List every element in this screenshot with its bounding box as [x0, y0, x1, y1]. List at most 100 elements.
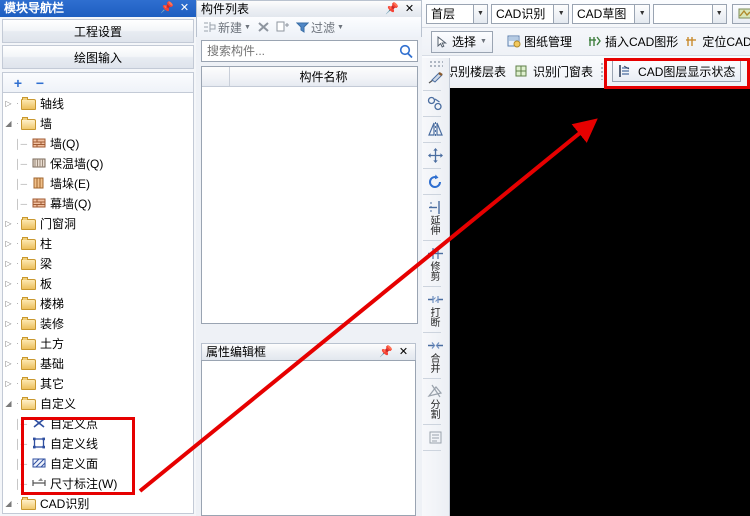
- tree-connector: ·: [16, 378, 19, 388]
- nav-button-project-settings[interactable]: 工程设置: [2, 19, 194, 43]
- delete-component-button[interactable]: [257, 21, 270, 33]
- chevron-right-icon[interactable]: ▷: [3, 339, 14, 348]
- cad-layer-state-button[interactable]: CAD图层显示状态: [612, 60, 742, 82]
- tree-item-label: 墙(Q): [50, 136, 80, 151]
- close-icon[interactable]: ✕: [179, 3, 190, 14]
- property-editor-titlebar: 属性编辑框 📌 ✕: [201, 343, 416, 360]
- tool-修剪[interactable]: 修剪: [423, 244, 449, 283]
- chevron-down-icon[interactable]: ◢: [3, 399, 14, 408]
- folder-icon: [21, 336, 37, 350]
- tree-item-土方[interactable]: ▷ · 土方: [3, 333, 193, 353]
- tree-item-幕墙Q[interactable]: │─ 幕墙(Q): [3, 193, 193, 213]
- cad-drawing-canvas[interactable]: [450, 88, 750, 516]
- new-component-button[interactable]: 新建 ▼: [203, 19, 251, 36]
- pin-icon[interactable]: 📌: [160, 3, 174, 14]
- close-icon[interactable]: ✕: [398, 346, 409, 358]
- select-button-label: 选择: [452, 35, 477, 49]
- chevron-down-icon[interactable]: ▼: [711, 4, 726, 23]
- tree-item-轴线[interactable]: ▷ · 轴线: [3, 93, 193, 113]
- chevron-down-icon[interactable]: ▼: [480, 38, 487, 45]
- tool-align[interactable]: [423, 428, 449, 447]
- chevron-right-icon[interactable]: ▷: [3, 379, 14, 388]
- tree-item-自定义面[interactable]: │─ 自定义面: [3, 453, 193, 473]
- tree-item-柱[interactable]: ▷ · 柱: [3, 233, 193, 253]
- chevron-right-icon[interactable]: ▷: [3, 299, 14, 308]
- expand-all-icon[interactable]: +: [9, 75, 27, 91]
- chevron-right-icon[interactable]: ▷: [3, 259, 14, 268]
- module-tree[interactable]: ▷ · 轴线 ◢ · 墙 │─ 墙(Q) │─ 保温墙(Q) │─ 墙垛(E) │─ 幕墙(Q) ▷ · 门窗洞…: [2, 92, 194, 514]
- tree-item-自定义线[interactable]: │─ 自定义线: [3, 433, 193, 453]
- chevron-right-icon[interactable]: ▷: [3, 239, 14, 248]
- tool-select[interactable]: CAD草图 ▼: [572, 3, 650, 24]
- toolbar-grip[interactable]: [600, 62, 606, 80]
- tree-item-墙[interactable]: ◢ · 墙: [3, 113, 193, 133]
- locate-cad-button[interactable]: 定位CAD: [683, 32, 750, 51]
- tree-item-其它[interactable]: ▷ · 其它: [3, 373, 193, 393]
- tree-item-自定义[interactable]: ◢ · 自定义: [3, 393, 193, 413]
- chevron-right-icon[interactable]: ▷: [3, 219, 14, 228]
- chevron-down-icon[interactable]: ▼: [634, 4, 649, 23]
- floor-select[interactable]: 首层 ▼: [426, 3, 488, 24]
- nav-button-drawing-input[interactable]: 绘图输入: [2, 45, 194, 69]
- tool-separator: [422, 116, 441, 117]
- drawing-manager-icon: [507, 35, 521, 48]
- drawing-manager-button[interactable]: 图纸管理: [505, 32, 574, 51]
- component-grid[interactable]: 构件名称: [201, 66, 418, 324]
- filter-button[interactable]: 过滤 ▼: [295, 19, 344, 36]
- tree-item-基础[interactable]: ▷ · 基础: [3, 353, 193, 373]
- tree-item-保温墙Q[interactable]: │─ 保温墙(Q): [3, 153, 193, 173]
- tool-延伸[interactable]: 延伸: [423, 198, 449, 237]
- tree-item-墙Q[interactable]: │─ 墙(Q): [3, 133, 193, 153]
- tree-connector: ·: [16, 498, 19, 508]
- grid-col-name[interactable]: 构件名称: [230, 67, 417, 86]
- chevron-right-icon[interactable]: ▷: [3, 359, 14, 368]
- toolbar-grip[interactable]: [428, 60, 443, 67]
- tool-offset[interactable]: [423, 94, 449, 113]
- tool-rotate[interactable]: [423, 172, 449, 191]
- property-button[interactable]: 属: [732, 3, 750, 24]
- tool-合并[interactable]: 合并: [423, 336, 449, 375]
- collapse-all-icon[interactable]: −: [31, 75, 49, 91]
- chevron-right-icon[interactable]: ▷: [3, 279, 14, 288]
- chevron-down-icon[interactable]: ▼: [472, 4, 487, 23]
- recognize-door-window-table-button[interactable]: 识别门窗表: [513, 62, 595, 81]
- tree-item-墙垛E[interactable]: │─ 墙垛(E): [3, 173, 193, 193]
- search-component-box[interactable]: [201, 40, 418, 62]
- chevron-right-icon[interactable]: ▷: [3, 319, 14, 328]
- extra-select[interactable]: ▼: [653, 3, 727, 24]
- tree-item-尺寸标注W[interactable]: │─ 尺寸标注(W): [3, 473, 193, 493]
- search-icon[interactable]: [397, 43, 417, 59]
- tree-item-门窗洞[interactable]: ▷ · 门窗洞: [3, 213, 193, 233]
- grid-col-0[interactable]: [202, 67, 230, 86]
- chevron-down-icon[interactable]: ◢: [3, 119, 14, 128]
- tree-item-梁[interactable]: ▷ · 梁: [3, 253, 193, 273]
- break-icon: [428, 296, 443, 303]
- tree-item-自定义点[interactable]: │─ 自定义点: [3, 413, 193, 433]
- search-input[interactable]: [202, 43, 397, 59]
- copy-component-button[interactable]: [276, 21, 290, 33]
- select-button[interactable]: 选择 ▼: [431, 30, 493, 53]
- tool-打断[interactable]: 打断: [423, 290, 449, 329]
- tree-item-装修[interactable]: ▷ · 装修: [3, 313, 193, 333]
- chevron-right-icon[interactable]: ▷: [3, 99, 14, 108]
- pin-icon[interactable]: 📌: [385, 3, 399, 15]
- insert-cad-button[interactable]: 插入CAD图形: [586, 32, 680, 51]
- module-select[interactable]: CAD识别 ▼: [491, 3, 569, 24]
- tree-item-CAD草图[interactable]: │─CADCAD草图: [3, 513, 193, 514]
- pin-icon[interactable]: 📌: [379, 346, 393, 358]
- tool-mirror[interactable]: [423, 120, 449, 139]
- folder-icon: [21, 216, 37, 230]
- tool-brush[interactable]: [423, 68, 449, 87]
- tree-item-label: 门窗洞: [40, 216, 77, 231]
- chevron-down-icon[interactable]: ◢: [3, 499, 14, 508]
- floor-select-value: 首层: [431, 7, 456, 21]
- property-editor-body[interactable]: [201, 360, 416, 516]
- tree-item-板[interactable]: ▷ · 板: [3, 273, 193, 293]
- tree-item-CAD识别[interactable]: ◢ · CAD识别: [3, 493, 193, 513]
- close-icon[interactable]: ✕: [404, 3, 415, 15]
- tool-分割[interactable]: 分割: [423, 382, 449, 421]
- chevron-down-icon[interactable]: ▼: [553, 4, 568, 23]
- tree-item-楼梯[interactable]: ▷ · 楼梯: [3, 293, 193, 313]
- toolbar-row-cad-tools: 选择 ▼ 图纸管理 插入CAD图形 定位CAD: [422, 28, 750, 56]
- tool-move[interactable]: [423, 146, 449, 165]
